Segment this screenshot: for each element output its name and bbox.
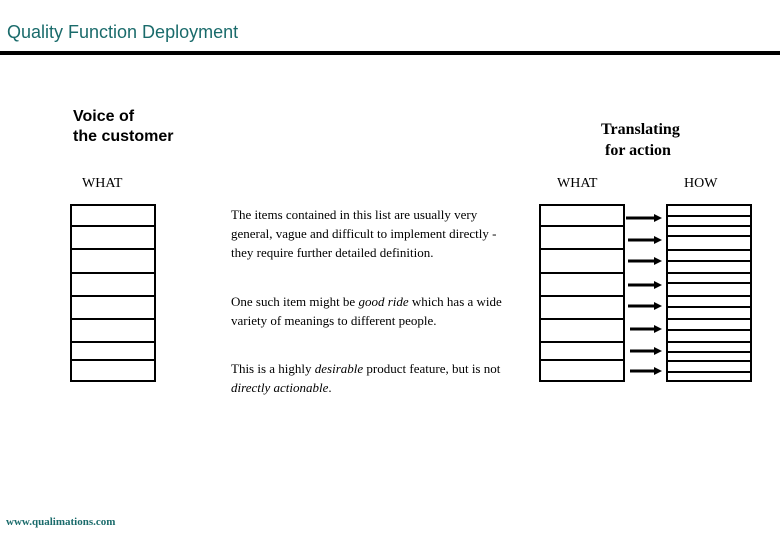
how-row-divider bbox=[666, 249, 752, 251]
arrow-icon bbox=[630, 325, 662, 333]
how-row-divider bbox=[666, 272, 752, 274]
left-what-row-divider bbox=[70, 272, 156, 274]
arrow-icon bbox=[628, 281, 662, 289]
description-paragraph-3: This is a highly desirable product featu… bbox=[231, 359, 521, 397]
how-row-divider bbox=[666, 360, 752, 362]
right-what-label: WHAT bbox=[557, 176, 598, 191]
how-label: HOW bbox=[684, 176, 718, 191]
how-row-divider bbox=[666, 235, 752, 237]
translating-heading-line1: Translating bbox=[601, 121, 680, 138]
footer-url: www.qualimations.com bbox=[6, 516, 116, 528]
para2-text: One such item might be bbox=[231, 294, 359, 309]
how-list bbox=[666, 204, 752, 382]
left-what-row-divider bbox=[70, 318, 156, 320]
right-what-row-divider bbox=[539, 295, 625, 297]
how-row-divider bbox=[666, 371, 752, 373]
para3-text: This is a highly bbox=[231, 361, 315, 376]
translating-heading: Translating for action bbox=[601, 119, 680, 161]
right-what-row-divider bbox=[539, 318, 625, 320]
arrow-icon bbox=[628, 257, 662, 265]
right-what-row-divider bbox=[539, 272, 625, 274]
left-what-label: WHAT bbox=[82, 176, 123, 191]
right-what-row-divider bbox=[539, 359, 625, 361]
arrow-icon bbox=[628, 302, 662, 310]
right-what-row-divider bbox=[539, 248, 625, 250]
right-what-row-divider bbox=[539, 225, 625, 227]
arrow-icon bbox=[630, 367, 662, 375]
right-what-row-divider bbox=[539, 341, 625, 343]
right-what-list bbox=[539, 204, 625, 382]
para3-emphasis-2: directly actionable bbox=[231, 380, 329, 395]
left-what-row-divider bbox=[70, 225, 156, 227]
translation-arrows bbox=[626, 214, 662, 375]
left-what-row-divider bbox=[70, 359, 156, 361]
description-paragraph-2: One such item might be good ride which h… bbox=[231, 292, 521, 330]
how-row-divider bbox=[666, 282, 752, 284]
left-what-row-divider bbox=[70, 341, 156, 343]
arrow-icon bbox=[628, 236, 662, 244]
para2-emphasis: good ride bbox=[358, 294, 409, 309]
translating-heading-line2: for action bbox=[605, 142, 671, 159]
voice-of-customer-heading: Voice of the customer bbox=[73, 107, 173, 147]
how-row-divider bbox=[666, 215, 752, 217]
arrow-icon bbox=[630, 347, 662, 355]
how-row-divider bbox=[666, 225, 752, 227]
para3-emphasis-1: desirable bbox=[314, 361, 364, 376]
left-what-list bbox=[70, 204, 156, 382]
how-row-divider bbox=[666, 329, 752, 331]
page-title: Quality Function Deployment bbox=[7, 22, 239, 42]
how-row-divider bbox=[666, 351, 752, 353]
how-row-divider bbox=[666, 306, 752, 308]
arrow-icon bbox=[626, 214, 662, 222]
how-row-divider bbox=[666, 260, 752, 262]
left-what-row-divider bbox=[70, 295, 156, 297]
how-row-divider bbox=[666, 341, 752, 343]
how-row-divider bbox=[666, 295, 752, 297]
para3-text-end: . bbox=[328, 380, 332, 395]
description-paragraph-1: The items contained in this list are usu… bbox=[231, 207, 497, 260]
voice-heading-line1: Voice of bbox=[73, 108, 135, 125]
left-what-row-divider bbox=[70, 248, 156, 250]
para3-text-mid: product feature, but is not bbox=[363, 361, 501, 376]
title-rule bbox=[0, 51, 780, 55]
how-row-divider bbox=[666, 318, 752, 320]
voice-heading-line2: the customer bbox=[73, 128, 174, 145]
